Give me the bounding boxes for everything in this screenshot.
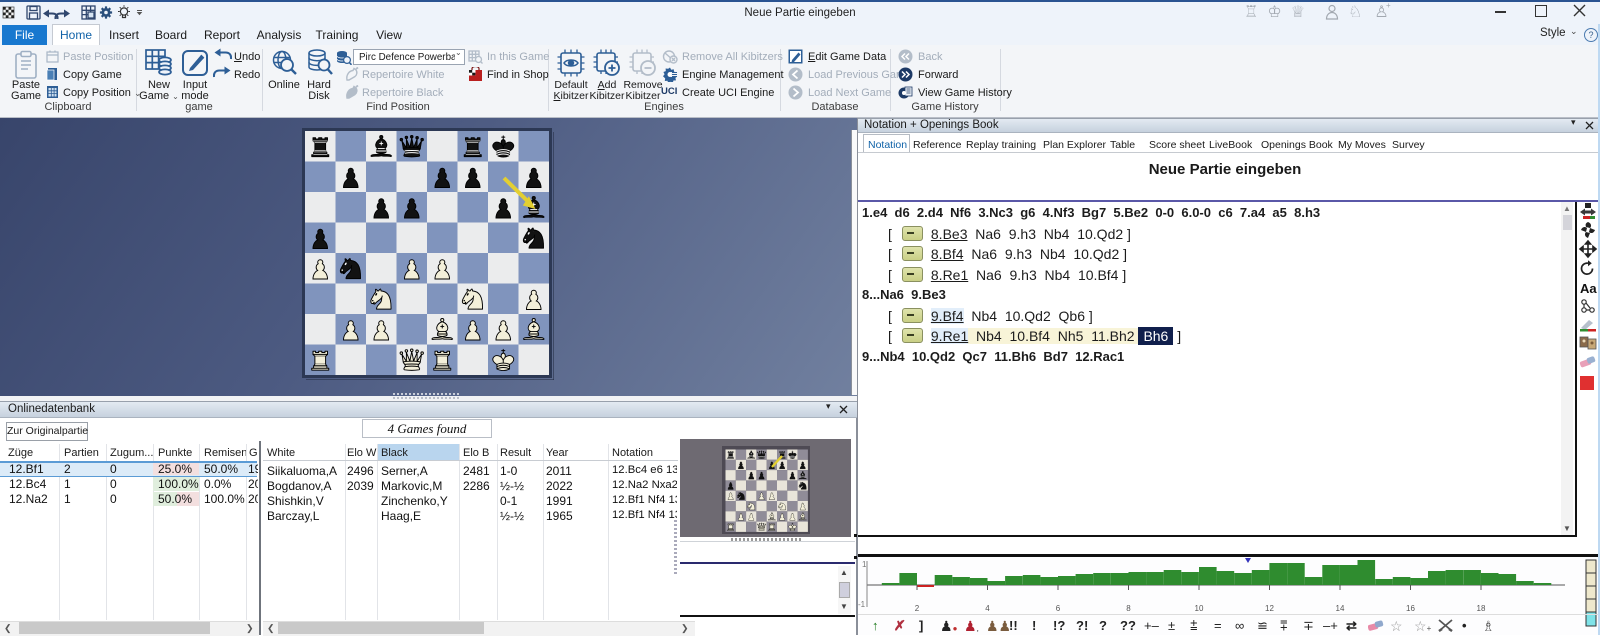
svg-text:8: 8 (1126, 604, 1131, 613)
svg-text:-1: -1 (858, 600, 866, 609)
svg-text:18: 18 (1477, 604, 1486, 613)
svg-text:Aa: Aa (1580, 281, 1597, 296)
svg-text:6: 6 (1056, 604, 1061, 613)
svg-text:12: 12 (1265, 604, 1274, 613)
svg-text:4: 4 (985, 604, 990, 613)
svg-text:1: 1 (862, 560, 867, 569)
svg-text:14: 14 (1336, 604, 1345, 613)
svg-text:16: 16 (1406, 604, 1415, 613)
svg-text:10: 10 (1195, 604, 1204, 613)
svg-text:2: 2 (915, 604, 920, 613)
